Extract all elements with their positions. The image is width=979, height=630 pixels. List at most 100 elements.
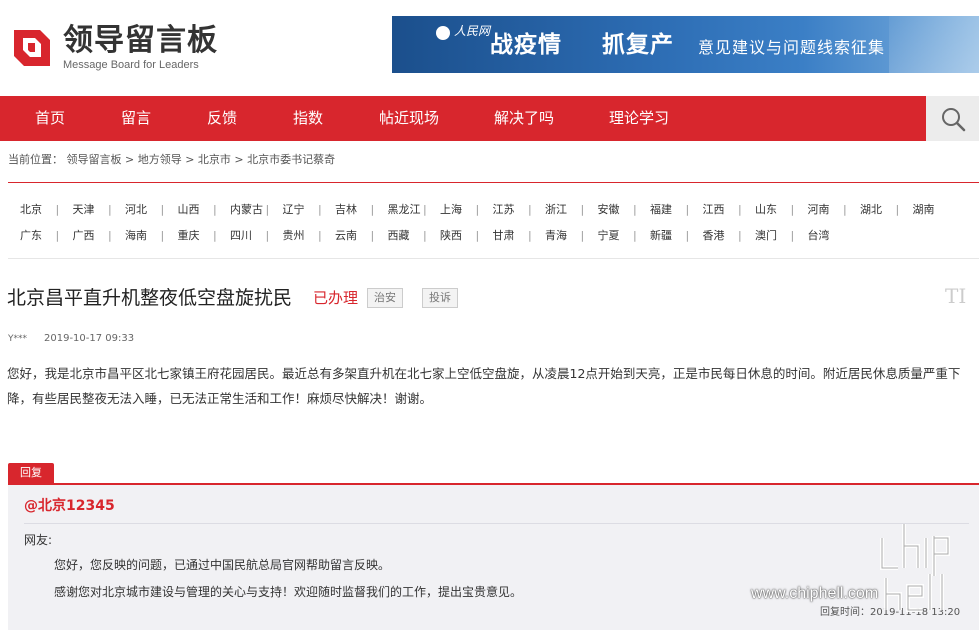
nav-item-message[interactable]: 留言: [121, 96, 151, 141]
region-separator: |: [55, 229, 60, 242]
reply-box: @北京12345 网友: 您好，您反映的问题，已通过中国民航总局官网帮助留言反映…: [8, 483, 979, 630]
nav-item-resolved[interactable]: 解决了吗: [494, 96, 554, 141]
region-separator: |: [160, 203, 165, 216]
tag-complaint[interactable]: 投诉: [422, 288, 458, 308]
banner-headline-2: 抓复产: [602, 32, 674, 58]
region-link[interactable]: 重庆: [178, 229, 200, 243]
region-separator: |: [685, 229, 690, 242]
region-separator: |: [580, 229, 585, 242]
post-author: Y***: [8, 334, 27, 344]
reply-organization[interactable]: @北京12345: [24, 497, 115, 515]
region-separator: |: [790, 203, 795, 216]
region-link[interactable]: 贵州: [283, 229, 305, 243]
search-button[interactable]: [926, 96, 979, 141]
region-link[interactable]: 西藏: [388, 229, 410, 243]
region-separator: |: [528, 203, 532, 216]
region-link[interactable]: 台湾: [808, 229, 830, 243]
breadcrumb[interactable]: 当前位置： 领导留言板 > 地方领导 > 北京市 > 北京市委书记蔡奇: [8, 153, 335, 167]
region-link[interactable]: 黑龙江: [388, 203, 421, 217]
region-link[interactable]: 新疆: [650, 229, 672, 243]
region-link[interactable]: 天津: [73, 203, 95, 217]
region-link[interactable]: 吉林: [335, 203, 357, 217]
region-link[interactable]: 湖南: [913, 203, 935, 217]
reply-greeting: 网友:: [24, 533, 53, 547]
region-link[interactable]: 河南: [808, 203, 830, 217]
region-link[interactable]: 山东: [755, 203, 777, 217]
campaign-banner[interactable]: 人民网 战疫情 抓复产 意见建议与问题线索征集: [392, 16, 979, 73]
region-separator: |: [580, 203, 585, 216]
region-link[interactable]: 江西: [703, 203, 725, 217]
nav-item-home[interactable]: 首页: [35, 96, 65, 141]
font-size-icon[interactable]: TI: [945, 284, 966, 308]
region-separator: |: [633, 229, 637, 242]
region-link[interactable]: 广西: [73, 229, 95, 243]
region-separator: |: [108, 229, 112, 242]
region-link[interactable]: 内蒙古: [230, 203, 263, 217]
logo-icon[interactable]: [10, 24, 54, 70]
region-separator: |: [265, 229, 270, 242]
page-header: 领导留言板 Message Board for Leaders 人民网 战疫情 …: [0, 0, 979, 96]
reply-paragraph-1: 您好，您反映的问题，已通过中国民航总局官网帮助留言反映。: [54, 558, 391, 572]
region-link[interactable]: 辽宁: [283, 203, 305, 217]
region-link[interactable]: 江苏: [493, 203, 515, 217]
region-separator: |: [738, 203, 742, 216]
region-link[interactable]: 广东: [20, 229, 42, 243]
region-link[interactable]: 北京: [20, 203, 42, 217]
region-separator: |: [318, 229, 322, 242]
chiphell-watermark-logo: [880, 524, 950, 612]
region-link[interactable]: 香港: [703, 229, 725, 243]
region-link[interactable]: 山西: [178, 203, 200, 217]
region-separator: |: [738, 229, 742, 242]
region-link[interactable]: 澳门: [755, 229, 777, 243]
site-subtitle: Message Board for Leaders: [63, 59, 199, 71]
banner-source: 人民网: [454, 24, 491, 38]
region-link[interactable]: 安徽: [598, 203, 620, 217]
tag-public-security[interactable]: 治安: [367, 288, 403, 308]
main-nav: 首页 留言 反馈 指数 帖近现场 解决了吗 理论学习: [0, 96, 979, 141]
region-link[interactable]: 云南: [335, 229, 357, 243]
region-link[interactable]: 湖北: [860, 203, 882, 217]
region-separator: |: [528, 229, 532, 242]
region-separator: |: [475, 203, 480, 216]
region-link[interactable]: 河北: [125, 203, 147, 217]
nav-item-index[interactable]: 指数: [293, 96, 323, 141]
region-separator: |: [265, 203, 270, 216]
breadcrumb-divider: [8, 182, 979, 183]
region-separator: |: [633, 203, 637, 216]
region-link[interactable]: 宁夏: [598, 229, 620, 243]
post-body: 您好，我是北京市昌平区北七家镇王府花园居民。最近总有多架直升机在北七家上空低空盘…: [7, 366, 961, 406]
region-separator: |: [685, 203, 690, 216]
region-link[interactable]: 上海: [440, 203, 462, 217]
status-badge: 已办理: [313, 289, 359, 307]
banner-subline: 意见建议与问题线索征集: [698, 38, 886, 57]
region-separator: |: [160, 229, 165, 242]
region-separator: |: [895, 203, 900, 216]
region-separator: |: [213, 203, 217, 216]
region-link[interactable]: 甘肃: [493, 229, 515, 243]
reply-paragraph-2: 感谢您对北京城市建设与管理的关心与支持！欢迎随时监督我们的工作，提出宝贵意见。: [54, 585, 523, 599]
reply-label: 回复: [8, 463, 54, 483]
region-separator: |: [370, 203, 375, 216]
nav-item-feedback[interactable]: 反馈: [207, 96, 237, 141]
watermark-text: www.chiphell.com: [751, 585, 879, 602]
banner-headline-1: 战疫情: [490, 32, 562, 58]
region-separator: |: [370, 229, 375, 242]
region-separator: |: [108, 203, 112, 216]
region-link[interactable]: 青海: [545, 229, 567, 243]
region-separator: |: [423, 229, 427, 242]
region-link[interactable]: 海南: [125, 229, 147, 243]
region-separator: |: [475, 229, 480, 242]
reply-divider: [24, 523, 969, 524]
region-separator: |: [55, 203, 60, 216]
search-icon: [942, 108, 966, 132]
region-link[interactable]: 四川: [230, 229, 252, 243]
region-link[interactable]: 浙江: [545, 203, 567, 217]
region-separator: |: [843, 203, 847, 216]
people-daily-emblem-icon: [436, 26, 450, 40]
post-date: 2019-10-17 09:33: [44, 333, 135, 344]
region-link[interactable]: 陕西: [440, 229, 462, 243]
site-title[interactable]: 领导留言板: [63, 24, 218, 58]
nav-item-theory[interactable]: 理论学习: [609, 96, 669, 141]
region-link[interactable]: 福建: [650, 203, 672, 217]
nav-item-on-site[interactable]: 帖近现场: [379, 96, 439, 141]
